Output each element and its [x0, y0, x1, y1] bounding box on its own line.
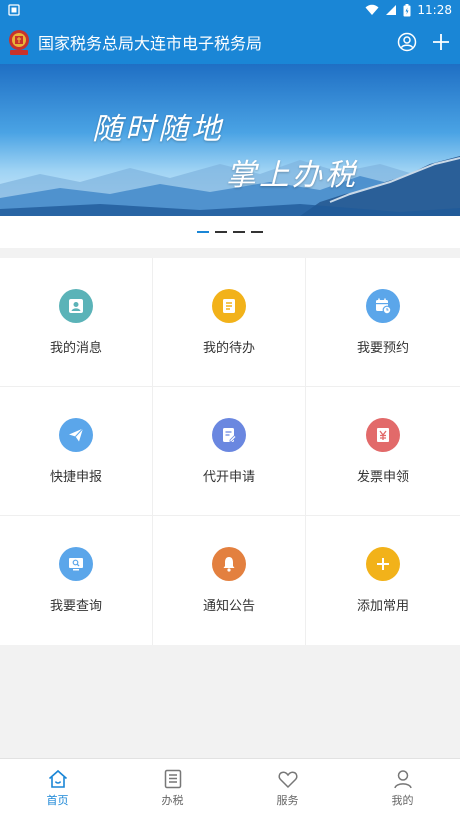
- form-edit-icon: [212, 417, 246, 452]
- grid-item-label: 我要预约: [356, 340, 409, 356]
- heart-icon: [278, 771, 297, 788]
- grid-item-proxy-invoice[interactable]: 代开申请: [153, 387, 306, 516]
- grid-item-label: 通知公告: [202, 599, 255, 614]
- nav-label: 首页: [46, 793, 69, 807]
- invoice-icon: [366, 417, 400, 452]
- profile-button[interactable]: [392, 27, 422, 57]
- carousel-indicator: [0, 216, 460, 248]
- nav-item-home[interactable]: 首页: [0, 759, 115, 816]
- user-circle-icon: [397, 32, 417, 52]
- app-title: 国家税务总局大连市电子税务局: [38, 34, 263, 53]
- carousel-dot-2[interactable]: [215, 231, 227, 233]
- monitor-search-icon: [59, 547, 93, 581]
- battery-icon: [403, 3, 411, 16]
- app-bar: 国家税务总局大连市电子税务局: [0, 20, 460, 64]
- grid-item-query[interactable]: 我要查询: [0, 516, 153, 645]
- nav-item-mine[interactable]: 我的: [345, 759, 460, 816]
- signal-icon: [386, 5, 397, 15]
- carousel-dot-4[interactable]: [251, 231, 263, 233]
- nav-label: 服务: [276, 793, 299, 807]
- add-button[interactable]: [426, 27, 456, 57]
- grid-item-invoice-apply[interactable]: 发票申领: [306, 387, 460, 516]
- person-icon: [393, 769, 412, 788]
- grid-item-label: 发票申领: [356, 469, 409, 485]
- document-icon: [212, 288, 246, 323]
- grid-item-label: 添加常用: [356, 599, 409, 614]
- grid-item-label: 快捷申报: [49, 469, 102, 485]
- calendar-clock-icon: [366, 288, 400, 323]
- grid-item-my-todo[interactable]: 我的待办: [153, 258, 306, 387]
- tax-emblem-logo: [9, 30, 29, 55]
- banner-carousel[interactable]: 随时随地 掌上办税: [0, 64, 460, 216]
- grid-item-notice[interactable]: 通知公告: [153, 516, 306, 645]
- function-grid: 我的消息 我的待办 我要预约 快捷申报 代开申请 发票申领 我要查询 通知公告 …: [0, 258, 460, 645]
- wifi-icon: [365, 4, 379, 15]
- carousel-dot-1[interactable]: [197, 231, 209, 233]
- nav-item-tax[interactable]: 办税: [115, 759, 230, 816]
- nav-label: 办税: [161, 793, 184, 807]
- user-icon: [59, 288, 93, 323]
- bottom-navigation: 首页 办税 服务 我的: [0, 758, 460, 816]
- paper-plane-icon: [59, 417, 93, 452]
- grid-item-label: 我的待办: [202, 340, 255, 356]
- grid-item-label: 我的消息: [49, 340, 102, 356]
- status-time: 11:28: [417, 3, 452, 17]
- grid-item-my-messages[interactable]: 我的消息: [0, 258, 153, 387]
- bell-icon: [212, 547, 246, 581]
- home-icon: [48, 769, 67, 788]
- plus-icon: [366, 547, 400, 581]
- list-document-icon: [164, 769, 181, 788]
- banner-slogan-line2: 掌上办税: [226, 158, 358, 193]
- nav-item-service[interactable]: 服务: [230, 759, 345, 816]
- notification-icon: [8, 4, 20, 16]
- grid-item-label: 我要查询: [49, 599, 102, 614]
- nav-label: 我的: [391, 793, 414, 807]
- status-bar: 11:28: [0, 0, 460, 20]
- plus-icon: [433, 34, 449, 50]
- grid-item-quick-declare[interactable]: 快捷申报: [0, 387, 153, 516]
- grid-item-appointment[interactable]: 我要预约: [306, 258, 460, 387]
- carousel-dot-3[interactable]: [233, 231, 245, 233]
- grid-item-label: 代开申请: [202, 469, 255, 485]
- banner-slogan-line1: 随时随地: [92, 112, 224, 147]
- grid-item-add-favorite[interactable]: 添加常用: [306, 516, 460, 645]
